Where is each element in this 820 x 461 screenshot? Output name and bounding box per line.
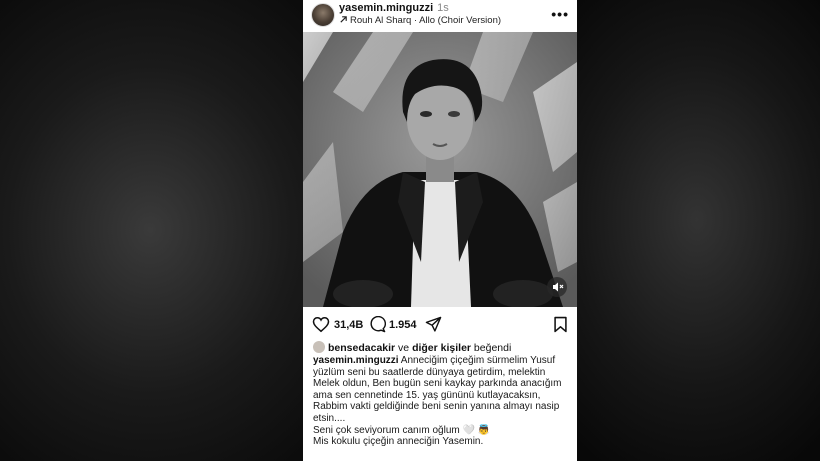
background-right	[577, 0, 820, 461]
username-row: yasemin.minguzzi 1s	[339, 2, 449, 14]
avatar[interactable]	[311, 3, 335, 27]
post-photo[interactable]	[303, 32, 577, 307]
comment-icon[interactable]	[369, 316, 386, 333]
caption-line-3: Mis kokulu çiçeğin anneciğin Yasemin.	[313, 436, 484, 448]
bookmark-icon[interactable]	[553, 316, 568, 333]
likes-count[interactable]: 31,4B	[334, 319, 363, 331]
liked-by-others[interactable]: diğer kişiler	[412, 342, 471, 354]
share-icon[interactable]	[425, 316, 442, 333]
instagram-post: yasemin.minguzzi 1s Rouh Al Sharq · Allo …	[303, 0, 577, 461]
caption-line-2: Seni çok seviyorum canım oğlum 🤍 👼	[313, 424, 491, 436]
liked-by-mid: ve	[395, 342, 413, 354]
heart-icon[interactable]	[312, 316, 330, 333]
post-time: 1s	[437, 2, 449, 14]
mute-icon[interactable]	[547, 277, 567, 297]
liked-by: bensedacakir ve diğer kişiler beğendi	[313, 341, 511, 354]
username[interactable]: yasemin.minguzzi	[339, 2, 433, 14]
caption: yasemin.minguzzi Anneciğim çiçeğim sürme…	[313, 355, 568, 448]
liker-username[interactable]: bensedacakir	[328, 342, 395, 354]
liked-by-suffix: beğendi	[471, 342, 512, 354]
caption-username[interactable]: yasemin.minguzzi	[313, 355, 399, 366]
photo-image	[303, 32, 577, 307]
more-icon[interactable]: •••	[551, 6, 569, 22]
arrow-icon	[340, 16, 347, 23]
music-link[interactable]: Rouh Al Sharq · Allo (Choir Version)	[339, 15, 501, 26]
music-title: Rouh Al Sharq · Allo (Choir Version)	[350, 15, 502, 26]
post-header: yasemin.minguzzi 1s Rouh Al Sharq · Allo …	[303, 0, 577, 30]
comments-count[interactable]: 1.954	[389, 319, 417, 331]
action-bar: 31,4B 1.954	[303, 313, 577, 335]
liker-avatar	[313, 341, 325, 353]
